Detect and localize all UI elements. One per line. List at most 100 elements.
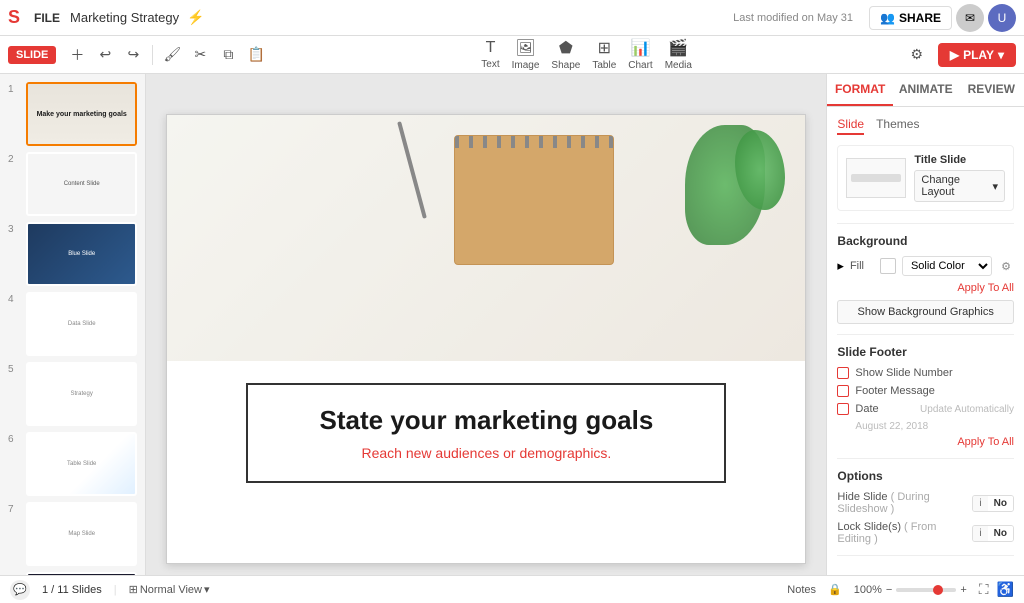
change-layout-chevron: ▾: [992, 180, 998, 193]
slide-thumbnail-2[interactable]: 2 Content Slide +: [8, 152, 137, 216]
document-title[interactable]: Marketing Strategy: [70, 10, 179, 25]
insert-shape-button[interactable]: ⬟ Shape: [551, 38, 580, 71]
share-button[interactable]: 👥 SHARE: [869, 6, 952, 30]
tab-animate[interactable]: ANIMATE: [893, 74, 959, 106]
accessibility-icon[interactable]: ♿: [997, 581, 1014, 598]
fill-color-picker[interactable]: [880, 258, 896, 274]
slide-img-2[interactable]: Content Slide +: [26, 152, 137, 216]
divider-4: [837, 555, 1014, 556]
apply-to-all-footer-link[interactable]: Apply To All: [837, 436, 1014, 448]
right-panel-tabs: FORMAT ANIMATE REVIEW: [827, 74, 1024, 107]
slide-thumbnail-6[interactable]: 6 Table Slide +: [8, 432, 137, 496]
slide-thumbnail-1[interactable]: 1 Make your marketing goals: [8, 82, 137, 146]
fill-settings-icon[interactable]: ⚙: [998, 258, 1014, 274]
hide-slide-toggle[interactable]: i No: [972, 495, 1014, 512]
slide-preview-5: Strategy: [28, 364, 135, 424]
hide-slide-info-btn[interactable]: i: [973, 496, 987, 511]
share-icon: 👥: [880, 11, 895, 25]
shape-insert-icon: ⬟: [559, 38, 573, 58]
date-checkbox[interactable]: [837, 403, 849, 415]
slide-img-5[interactable]: Strategy +: [26, 362, 137, 426]
zoom-level-label: 100%: [854, 584, 882, 596]
slide-content-box[interactable]: State your marketing goals Reach new aud…: [246, 383, 726, 482]
insert-table-label: Table: [592, 60, 616, 71]
insert-table-button[interactable]: ⊞ Table: [592, 38, 616, 71]
footer-message-checkbox[interactable]: [837, 385, 849, 397]
right-panel-content: Slide Themes Title Slide Change Layout ▾: [827, 107, 1024, 576]
show-slide-number-row: Show Slide Number: [837, 367, 1014, 379]
footer-message-row: Footer Message: [837, 385, 1014, 397]
copy-button[interactable]: ⧉: [215, 42, 241, 68]
insert-image-button[interactable]: 🖼 Image: [512, 38, 540, 71]
slide-thumbnail-7[interactable]: 7 Map Slide +: [8, 502, 137, 566]
toolbar: SLIDE ＋ ↩ ↪ 🖌 ✂ ⧉ 📋 T Text 🖼 Image ⬟ Sha…: [0, 36, 1024, 74]
slide-img-7[interactable]: Map Slide +: [26, 502, 137, 566]
format-subtabs: Slide Themes: [837, 117, 1014, 135]
slide-img-4[interactable]: Data Slide +: [26, 292, 137, 356]
slide-subtitle: Reach new audiences or demographics.: [278, 445, 694, 461]
lock-icon[interactable]: 🔒: [828, 583, 842, 596]
paste-button[interactable]: 📋: [243, 42, 269, 68]
change-layout-button[interactable]: Change Layout ▾: [914, 170, 1005, 202]
lock-slide-toggle[interactable]: i No: [972, 525, 1014, 542]
lock-slide-info-btn[interactable]: i: [973, 526, 987, 541]
page-info: 1 / 11 Slides: [42, 584, 102, 596]
lock-slide-no-btn[interactable]: No: [988, 526, 1013, 541]
play-label: PLAY: [963, 48, 994, 62]
fill-row: ▸ Fill Solid Color ⚙: [837, 256, 1014, 276]
date-row: Date Update Automatically: [837, 403, 1014, 415]
zoom-handle[interactable]: [933, 585, 943, 595]
topbar: S FILE Marketing Strategy ⚡ Last modifie…: [0, 0, 1024, 36]
chat-button[interactable]: 💬: [10, 580, 30, 600]
show-background-graphics-button[interactable]: Show Background Graphics: [837, 300, 1014, 324]
subtab-themes[interactable]: Themes: [876, 117, 919, 135]
view-mode-selector[interactable]: ⊞ Normal View ▾: [129, 583, 210, 596]
right-panel: FORMAT ANIMATE REVIEW Slide Themes Title…: [826, 74, 1024, 603]
zoom-minus-icon[interactable]: −: [886, 584, 892, 596]
lock-slide-label: Lock Slide(s) ( From Editing ): [837, 521, 972, 545]
slide-img-3[interactable]: Blue Slide +: [26, 222, 137, 286]
redo-button[interactable]: ↪: [120, 42, 146, 68]
cut-button[interactable]: ✂: [187, 42, 213, 68]
divider-3: [837, 458, 1014, 459]
slide-thumbnail-4[interactable]: 4 Data Slide +: [8, 292, 137, 356]
fullscreen-icon[interactable]: ⛶: [979, 581, 989, 598]
fill-type-select[interactable]: Solid Color: [902, 256, 992, 276]
slide-img-6[interactable]: Table Slide +: [26, 432, 137, 496]
slide-preview-7: Map Slide: [28, 504, 135, 564]
notes-button[interactable]: Notes: [787, 584, 816, 596]
undo-button[interactable]: ↩: [92, 42, 118, 68]
options-section-title: Options: [837, 469, 1014, 483]
insert-text-button[interactable]: T Text: [481, 39, 499, 70]
play-chevron-icon: ▾: [998, 48, 1004, 62]
insert-chart-button[interactable]: 📊 Chart: [628, 38, 652, 71]
paint-format-button[interactable]: 🖌: [159, 42, 185, 68]
insert-chart-label: Chart: [628, 60, 652, 71]
zoom-plus-icon[interactable]: +: [960, 584, 966, 596]
slide-canvas[interactable]: State your marketing goals Reach new aud…: [166, 114, 806, 564]
show-slide-number-label: Show Slide Number: [855, 367, 952, 379]
slide-img-1[interactable]: Make your marketing goals: [26, 82, 137, 146]
text-insert-icon: T: [486, 39, 496, 57]
slide-thumbnail-5[interactable]: 5 Strategy +: [8, 362, 137, 426]
settings-button[interactable]: ⚙: [904, 42, 930, 68]
hide-slide-no-btn[interactable]: No: [988, 496, 1013, 511]
show-slide-number-checkbox[interactable]: [837, 367, 849, 379]
mail-button[interactable]: ✉: [956, 4, 984, 32]
add-slide-button[interactable]: ＋: [64, 42, 90, 68]
slide-thumbnail-3[interactable]: 3 Blue Slide +: [8, 222, 137, 286]
zoom-slider[interactable]: [896, 588, 956, 592]
file-menu-button[interactable]: FILE: [28, 9, 66, 27]
apply-to-all-link[interactable]: Apply To All: [837, 282, 1014, 294]
user-avatar[interactable]: U: [988, 4, 1016, 32]
app-logo: S: [8, 7, 20, 28]
notebook-spiral: [455, 136, 613, 148]
subtab-slide[interactable]: Slide: [837, 117, 864, 135]
slide-number-1: 1: [8, 84, 22, 95]
slide-number-6: 6: [8, 434, 22, 445]
insert-media-button[interactable]: 🎬 Media: [665, 38, 692, 71]
tab-format[interactable]: FORMAT: [827, 74, 893, 106]
tab-review[interactable]: REVIEW: [958, 74, 1024, 106]
play-button[interactable]: ▶ PLAY ▾: [938, 43, 1016, 67]
slide-number-2: 2: [8, 154, 22, 165]
